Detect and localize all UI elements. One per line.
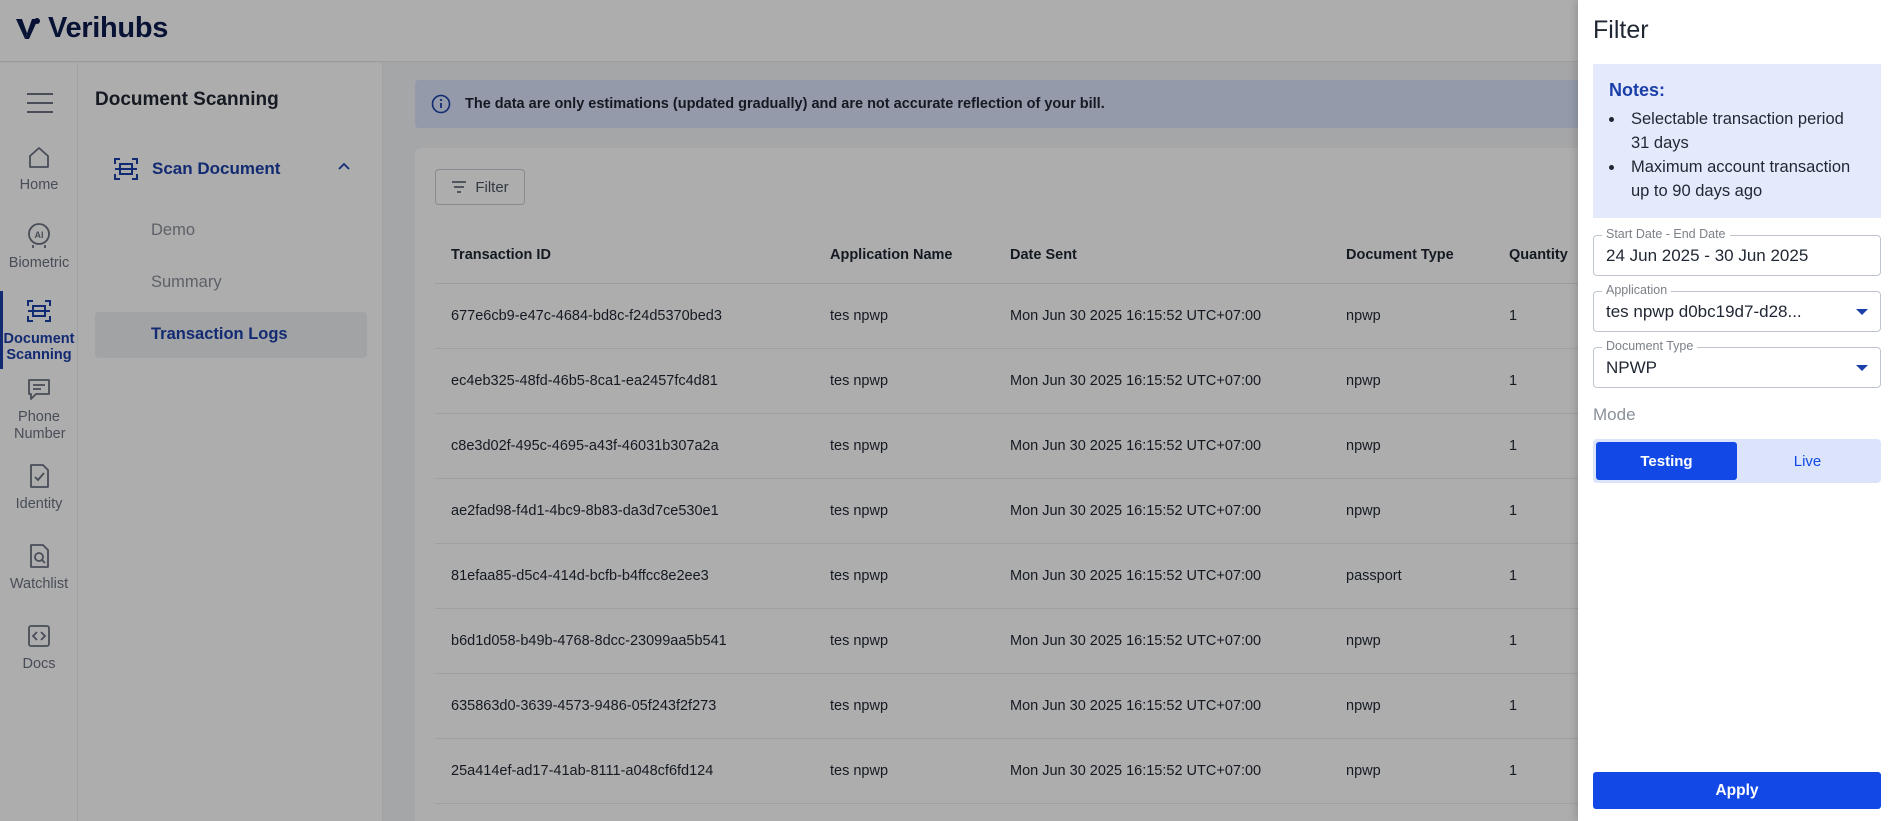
document-type-label: Document Type — [1602, 339, 1698, 353]
mode-label: Mode — [1593, 405, 1636, 424]
notes-list: Selectable transaction period 31 days Ma… — [1609, 107, 1865, 203]
filter-drawer: Filter Notes: Selectable transaction per… — [1578, 0, 1899, 821]
notes-title: Notes: — [1609, 80, 1666, 100]
date-range-field[interactable]: Start Date - End Date 24 Jun 2025 - 30 J… — [1593, 227, 1881, 276]
drawer-title: Filter — [1593, 16, 1649, 44]
apply-button[interactable]: Apply — [1593, 772, 1881, 809]
application-value: tes npwp d0bc19d7-d28... — [1606, 302, 1802, 321]
drawer-backdrop[interactable] — [0, 0, 1578, 821]
dropdown-caret-icon — [1856, 365, 1868, 371]
note-item: Maximum account transaction up to 90 day… — [1625, 155, 1865, 203]
date-range-label: Start Date - End Date — [1602, 227, 1730, 241]
document-type-select[interactable]: Document Type NPWP — [1593, 339, 1881, 388]
application-label: Application — [1602, 283, 1672, 297]
notes-box: Notes: Selectable transaction period 31 … — [1593, 64, 1881, 218]
application-select[interactable]: Application tes npwp d0bc19d7-d28... — [1593, 283, 1881, 332]
dropdown-caret-icon — [1856, 309, 1868, 315]
mode-live-button[interactable]: Live — [1737, 442, 1878, 480]
note-item: Selectable transaction period 31 days — [1625, 107, 1865, 155]
date-range-value: 24 Jun 2025 - 30 Jun 2025 — [1606, 246, 1809, 265]
mode-toggle: Testing Live — [1593, 439, 1881, 483]
mode-testing-button[interactable]: Testing — [1596, 442, 1737, 480]
document-type-value: NPWP — [1606, 358, 1657, 377]
